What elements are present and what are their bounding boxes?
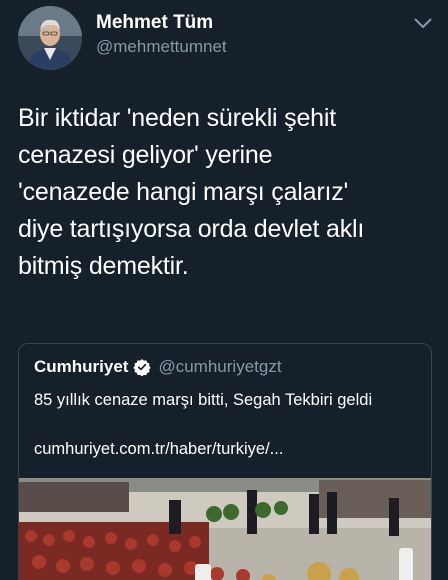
quoted-author-name[interactable]: Cumhuriyet: [34, 357, 128, 377]
tweet-card: Mehmet Tüm @mehmettumnet Bir iktidar 'ne…: [0, 0, 448, 580]
quoted-author-handle[interactable]: @cumhuriyetgzt: [158, 357, 281, 377]
quoted-tweet[interactable]: Cumhuriyet @cumhuriyetgzt 85 yıllık cena…: [18, 343, 432, 580]
author-handle[interactable]: @mehmettumnet: [96, 37, 227, 57]
quoted-tweet-text: 85 yıllık cenaze marşı bitti, Segah Tekb…: [34, 391, 373, 409]
tweet-text: Bir iktidar 'neden sürekli şehit cenazes…: [18, 104, 365, 280]
quoted-tweet-image[interactable]: [19, 478, 431, 580]
quoted-tweet-header: Cumhuriyet @cumhuriyetgzt: [34, 357, 282, 377]
more-options-button[interactable]: [412, 14, 434, 32]
ceremony-photo: [19, 478, 431, 580]
avatar-photo: [18, 6, 82, 70]
author-avatar[interactable]: [18, 6, 82, 70]
chevron-down-icon: [414, 18, 432, 28]
verified-badge-icon: [133, 358, 152, 377]
author-name[interactable]: Mehmet Tüm: [96, 12, 213, 34]
quoted-tweet-link[interactable]: cumhuriyet.com.tr/haber/turkiye/...: [34, 437, 419, 461]
